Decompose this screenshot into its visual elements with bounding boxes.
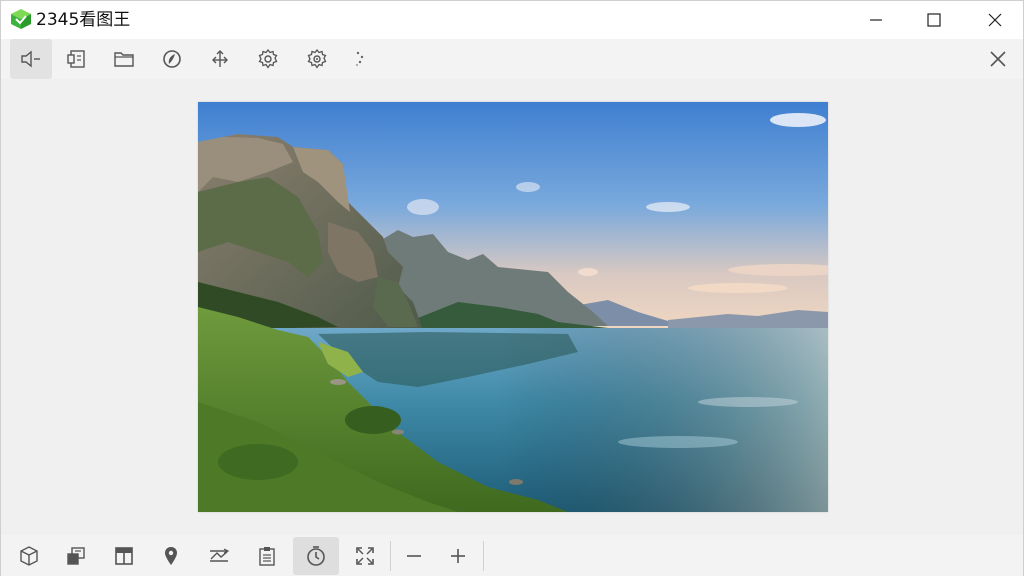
open-folder-button[interactable] [103, 39, 145, 79]
location-button[interactable] [148, 537, 194, 575]
minimize-icon [870, 19, 882, 21]
landscape-image [198, 102, 828, 512]
mute-button[interactable] [10, 39, 52, 79]
layout-icon [115, 547, 133, 565]
zoom-out-button[interactable] [391, 537, 437, 575]
share-icon [212, 50, 228, 67]
volume-mute-icon [21, 50, 40, 68]
browser-button[interactable] [151, 39, 193, 79]
window-title: 2345看图王 [36, 10, 131, 30]
copy-layers-button[interactable] [53, 537, 99, 575]
top-toolbar [1, 39, 1023, 79]
close-panel-button[interactable] [977, 39, 1019, 79]
browser-icon [163, 50, 181, 68]
3d-box-button[interactable] [6, 537, 52, 575]
clipboard-button[interactable] [244, 537, 290, 575]
advanced-settings-button[interactable] [296, 39, 338, 79]
loading-button[interactable] [338, 39, 380, 79]
image-canvas[interactable] [1, 79, 1023, 535]
close-panel-icon [990, 51, 1006, 67]
fullscreen-icon [356, 547, 374, 565]
toolbar-divider [483, 541, 484, 571]
minimize-button[interactable] [853, 1, 899, 39]
clock-button[interactable] [293, 537, 339, 575]
maximize-icon [927, 13, 941, 27]
zoom-in-icon [451, 549, 465, 563]
crop-transform-button[interactable] [196, 537, 242, 575]
copy-layers-icon [67, 547, 85, 565]
3d-box-icon [20, 546, 38, 566]
zoom-out-icon [407, 555, 421, 557]
close-icon [988, 13, 1002, 27]
location-pin-icon [165, 547, 177, 565]
bottom-toolbar [1, 535, 1023, 576]
title-bar[interactable]: 2345看图王 [1, 1, 1023, 39]
clipboard-icon [259, 547, 275, 566]
slideshow-icon [67, 50, 85, 68]
green-cube-logo-icon [10, 8, 32, 30]
app-window: 2345看图王 [0, 0, 1024, 576]
zoom-in-button[interactable] [435, 537, 481, 575]
share-button[interactable] [199, 39, 241, 79]
settings-icon [258, 48, 278, 69]
close-window-button[interactable] [972, 1, 1018, 39]
slideshow-button[interactable] [56, 39, 98, 79]
loading-spinner-icon [356, 51, 364, 66]
advanced-settings-icon [307, 48, 327, 69]
clock-icon [307, 546, 325, 566]
fullscreen-button[interactable] [342, 537, 388, 575]
settings-button[interactable] [247, 39, 289, 79]
maximize-button[interactable] [911, 1, 957, 39]
crop-transform-icon [210, 548, 230, 562]
layout-button[interactable] [101, 537, 147, 575]
open-folder-icon [114, 52, 134, 67]
displayed-photo[interactable] [198, 102, 828, 512]
